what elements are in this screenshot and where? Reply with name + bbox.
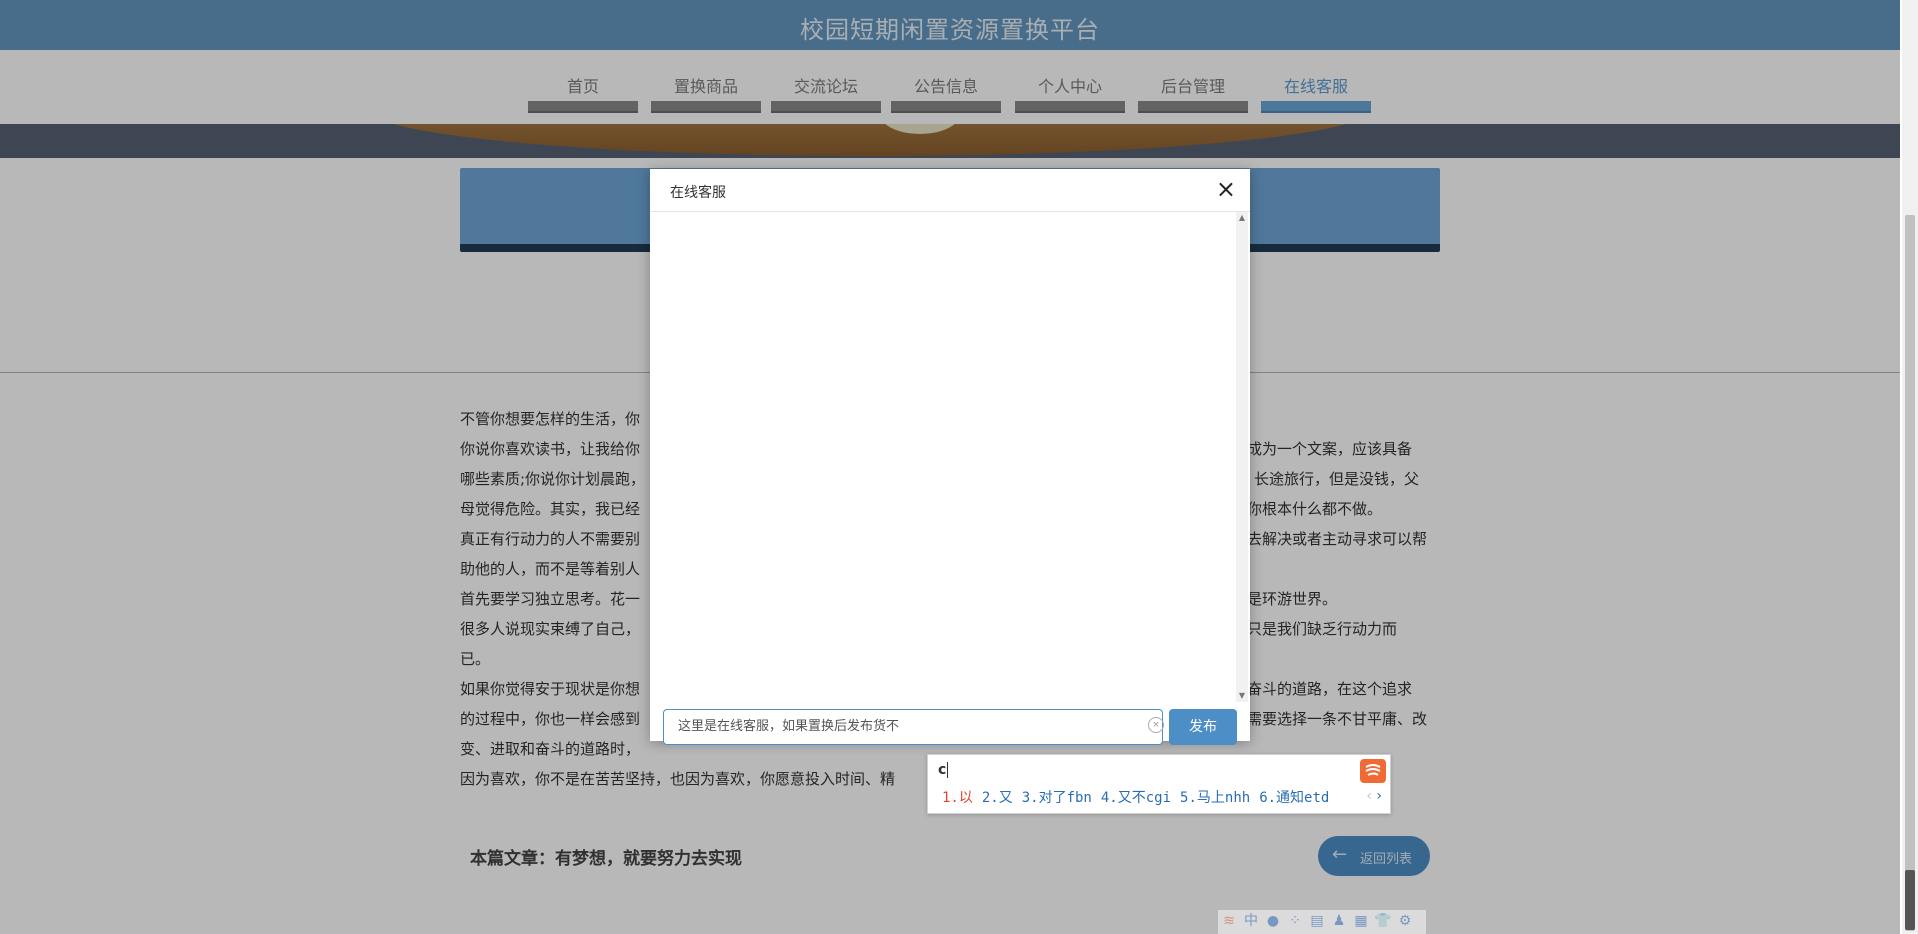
ime-user-icon[interactable]: ♟	[1328, 911, 1350, 931]
sogou-logo-icon[interactable]	[1360, 759, 1386, 783]
chat-message-input[interactable]: 这里是在线客服，如果置换后发布货不 ×	[663, 709, 1164, 745]
ime-composition-text: c	[938, 762, 947, 778]
chat-input-row: 这里是在线客服，如果置换后发布货不 × 发布	[650, 709, 1250, 745]
dialog-header: 在线客服 ×	[650, 169, 1250, 212]
ime-candidate[interactable]: 1.以	[942, 790, 973, 806]
ime-next-icon[interactable]: ›	[1376, 788, 1382, 804]
chat-messages-area[interactable]	[650, 212, 1236, 732]
scroll-up-icon[interactable]: ▲	[1236, 212, 1248, 224]
ime-candidate[interactable]: 3.对了fbn	[1022, 790, 1092, 806]
page-scrollbar[interactable]	[1902, 0, 1918, 934]
ime-candidate[interactable]: 2.又	[982, 790, 1013, 806]
page-scrollbar-grip[interactable]	[1905, 870, 1915, 930]
close-icon[interactable]: ×	[1216, 177, 1236, 201]
clear-input-icon[interactable]: ×	[1148, 717, 1164, 733]
ime-skin-icon[interactable]: 👕	[1372, 911, 1394, 931]
ime-candidate[interactable]: 4.又不cgi	[1101, 790, 1171, 806]
chat-scrollbar[interactable]: ▲ ▼	[1236, 212, 1248, 702]
ime-candidates: 1.以 2.又 3.对了fbn 4.又不cgi 5.马上nhh 6.通知etd	[942, 787, 1338, 807]
ime-status-toolbar: ≋ 中 ● ⁘ ▤ ♟ ▦ 👕 ⚙	[1218, 910, 1426, 934]
ime-emoji-icon[interactable]: ⁘	[1284, 911, 1306, 931]
publish-button[interactable]: 发布	[1169, 709, 1237, 745]
dialog-title: 在线客服	[670, 185, 726, 201]
ime-prev-icon[interactable]: ‹	[1366, 788, 1372, 804]
ime-keyboard-icon[interactable]: ▤	[1306, 911, 1328, 931]
scroll-down-icon[interactable]: ▼	[1236, 690, 1248, 702]
page-scrollbar-thumb[interactable]	[1905, 215, 1915, 931]
ime-composition: c	[938, 762, 949, 778]
ime-page-nav: ‹ ›	[1366, 788, 1382, 804]
ime-chinese-mode-icon[interactable]: 中	[1240, 911, 1262, 931]
ime-toolbar-logo-icon[interactable]: ≋	[1218, 911, 1240, 931]
ime-candidate[interactable]: 5.马上nhh	[1180, 790, 1250, 806]
ime-candidate-popup: c 1.以 2.又 3.对了fbn 4.又不cgi 5.马上nhh 6.通知etd ‹ ›	[927, 754, 1391, 814]
page: 校园短期闲置资源置换平台 首页 置换商品 交流论坛 公告信息 个人中心 后台管理…	[0, 0, 1900, 934]
ime-toolbox-icon[interactable]: ▦	[1350, 911, 1372, 931]
chat-input-value: 这里是在线客服，如果置换后发布货不	[678, 719, 900, 734]
ime-punctuation-icon[interactable]: ●	[1262, 911, 1284, 931]
online-service-dialog: 在线客服 × ▲ ▼ 这里是在线客服，如果置换后发布货不 × 发布	[650, 169, 1250, 745]
ime-settings-icon[interactable]: ⚙	[1394, 911, 1416, 931]
ime-caret	[947, 762, 949, 778]
ime-candidate[interactable]: 6.通知etd	[1259, 790, 1329, 806]
